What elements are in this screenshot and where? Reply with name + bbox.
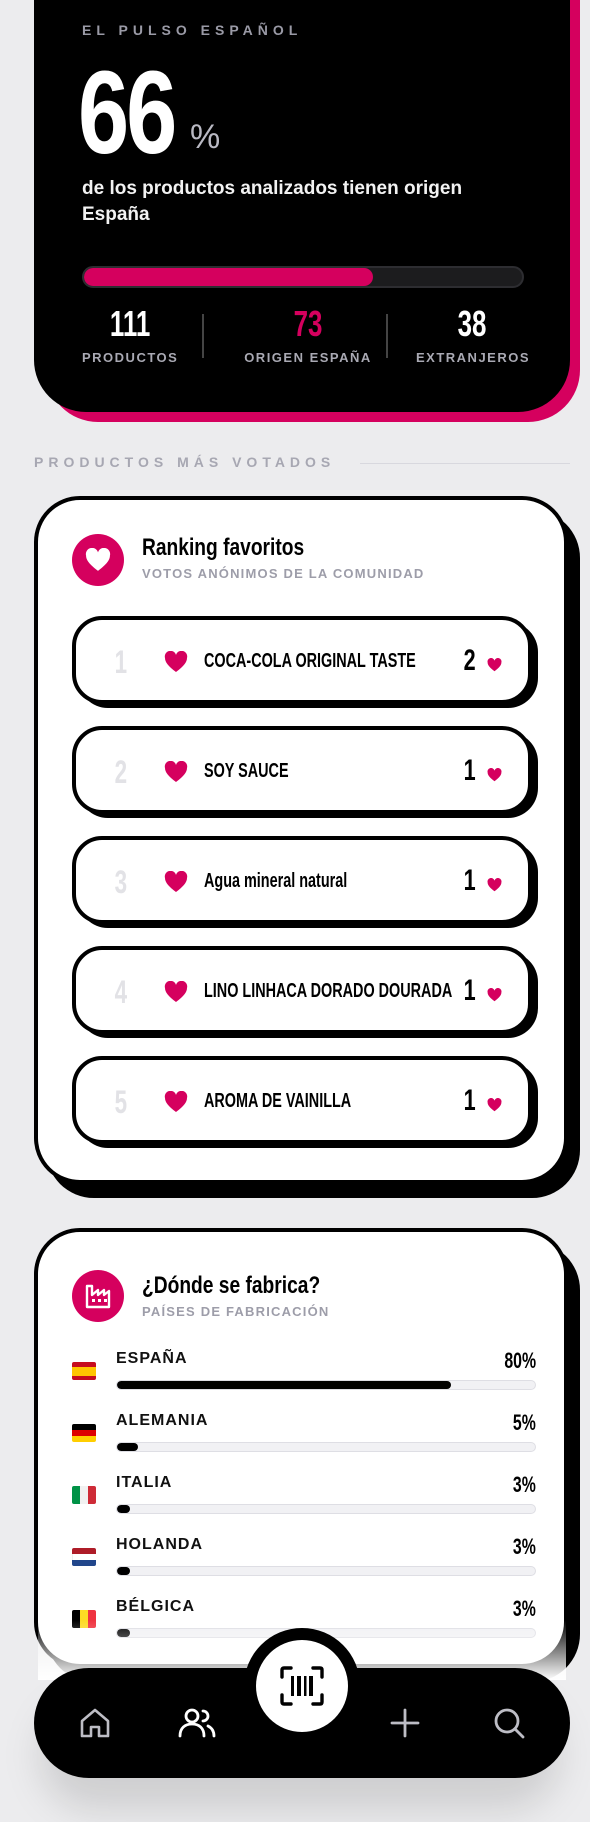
nav-add-button[interactable] <box>380 1698 430 1748</box>
ranking-card: Ranking favoritos VOTOS ANÓNIMOS DE LA C… <box>34 496 568 1184</box>
country-percent: 3% <box>513 1534 536 1559</box>
countries-card: ¿Dónde se fabrica? PAÍSES DE FABRICACIÓN… <box>34 1228 568 1668</box>
barcode-scan-icon <box>280 1666 324 1706</box>
ranking-vote-count: 1 <box>463 1084 476 1117</box>
hero-progress-bar <box>82 266 524 288</box>
ranking-item-body: 2 SOY SAUCE 1 <box>72 726 532 814</box>
plus-icon <box>390 1708 420 1738</box>
ranking-item-body: 3 Agua mineral natural 1 <box>72 836 532 924</box>
flag-it-icon <box>72 1486 96 1504</box>
countries-title: ¿Dónde se fabrica? <box>142 1272 321 1299</box>
ranking-position: 3 <box>114 864 128 900</box>
countries-subtitle: PAÍSES DE FABRICACIÓN <box>142 1304 330 1319</box>
ranking-product-name: SOY SAUCE <box>204 760 289 782</box>
hero-card: EL PULSO ESPAÑOL 66 % de los productos a… <box>34 0 570 412</box>
country-percent: 3% <box>513 1596 536 1621</box>
ranking-position: 5 <box>114 1084 128 1120</box>
heart-icon <box>164 1090 188 1118</box>
hero-progress-fill <box>84 268 374 286</box>
heart-icon <box>487 987 502 1007</box>
hero-description: de los productos analizados tienen orige… <box>82 178 463 225</box>
nav-search-button[interactable] <box>484 1698 534 1748</box>
stat-spain-origin: 73 ORIGEN ESPAÑA <box>232 303 384 366</box>
country-bar-fill <box>117 1567 130 1575</box>
ranking-item-body: 1 COCA-COLA ORIGINAL TASTE 2 <box>72 616 532 704</box>
ranking-product-name: COCA-COLA ORIGINAL TASTE <box>204 650 416 672</box>
ranking-title: Ranking favoritos <box>142 534 305 561</box>
heart-icon <box>487 767 502 787</box>
country-row: ALEMANIA 5% <box>72 1410 536 1468</box>
ranking-product-name: LINO LINHACA DORADO DOURADA <box>204 980 453 1002</box>
country-row: ITALIA 3% <box>72 1472 536 1530</box>
ranking-vote-count: 1 <box>463 974 476 1007</box>
heart-icon <box>487 877 502 897</box>
section-divider <box>360 463 570 464</box>
ranking-vote-count: 1 <box>463 864 476 897</box>
ranking-vote-count: 1 <box>463 754 476 787</box>
country-name: BÉLGICA <box>116 1598 195 1615</box>
stat-products: 111 PRODUCTOS <box>82 303 179 366</box>
hero-percentage: 66 <box>78 47 177 179</box>
ranking-item[interactable]: 3 Agua mineral natural 1 <box>72 836 538 928</box>
heart-icon <box>164 760 188 788</box>
flag-nl-icon <box>72 1548 96 1566</box>
heart-icon <box>164 870 188 898</box>
ranking-position: 2 <box>114 754 128 790</box>
stat-products-value: 111 <box>109 303 151 344</box>
ranking-item[interactable]: 5 AROMA DE VAINILLA 1 <box>72 1056 538 1148</box>
country-bar <box>116 1442 536 1452</box>
stat-spain-label: ORIGEN ESPAÑA <box>244 350 372 365</box>
stat-foreign: 38 EXTRANJEROS <box>416 303 531 366</box>
heart-icon <box>164 980 188 1008</box>
stat-divider <box>386 314 388 358</box>
ranking-product-name: AROMA DE VAINILLA <box>204 1090 352 1112</box>
ranking-item-body: 4 LINO LINHACA DORADO DOURADA 1 <box>72 946 532 1034</box>
ranking-item-body: 5 AROMA DE VAINILLA 1 <box>72 1056 532 1144</box>
ranking-item[interactable]: 2 SOY SAUCE 1 <box>72 726 538 818</box>
country-name: ESPAÑA <box>116 1350 188 1367</box>
country-bar <box>116 1504 536 1514</box>
ranking-position: 4 <box>114 974 128 1010</box>
country-percent: 5% <box>513 1410 536 1435</box>
ranking-vote-count: 2 <box>463 644 476 677</box>
home-icon <box>80 1708 110 1738</box>
ranking-item[interactable]: 1 COCA-COLA ORIGINAL TASTE 2 <box>72 616 538 708</box>
country-bar-fill <box>117 1381 452 1389</box>
search-icon <box>494 1708 525 1739</box>
factory-icon <box>72 1270 124 1322</box>
country-name: ITALIA <box>116 1474 173 1491</box>
nav-home-button[interactable] <box>70 1698 120 1748</box>
ranking-product-name: Agua mineral natural <box>204 870 348 892</box>
scan-button[interactable] <box>256 1640 348 1732</box>
flag-es-icon <box>72 1362 96 1380</box>
heart-icon <box>487 1097 502 1117</box>
nav-community-button[interactable] <box>172 1698 222 1748</box>
country-bar-fill <box>117 1505 130 1513</box>
users-icon <box>178 1708 216 1738</box>
section-title: PRODUCTOS MÁS VOTADOS <box>34 454 336 470</box>
heart-icon <box>487 657 502 677</box>
stat-products-label: PRODUCTOS <box>82 350 179 365</box>
flag-de-icon <box>72 1424 96 1442</box>
country-percent: 80% <box>504 1348 536 1373</box>
country-bar <box>116 1566 536 1576</box>
country-name: HOLANDA <box>116 1536 203 1553</box>
hero-percent-sign: % <box>190 118 221 156</box>
heart-icon <box>72 534 124 586</box>
heart-icon <box>164 650 188 678</box>
country-percent: 3% <box>513 1472 536 1497</box>
ranking-subtitle: VOTOS ANÓNIMOS DE LA COMUNIDAD <box>142 566 425 581</box>
stat-divider <box>202 314 204 358</box>
ranking-item[interactable]: 4 LINO LINHACA DORADO DOURADA 1 <box>72 946 538 1038</box>
stat-foreign-value: 38 <box>457 303 487 344</box>
country-bar <box>116 1380 536 1390</box>
stat-spain-value: 73 <box>293 303 323 344</box>
country-bar-fill <box>117 1443 138 1451</box>
stat-foreign-label: EXTRANJEROS <box>416 350 531 365</box>
hero-label: EL PULSO ESPAÑOL <box>82 22 303 38</box>
ranking-position: 1 <box>114 644 128 680</box>
country-row: ESPAÑA 80% <box>72 1348 536 1406</box>
country-name: ALEMANIA <box>116 1412 209 1429</box>
country-row: HOLANDA 3% <box>72 1534 536 1592</box>
